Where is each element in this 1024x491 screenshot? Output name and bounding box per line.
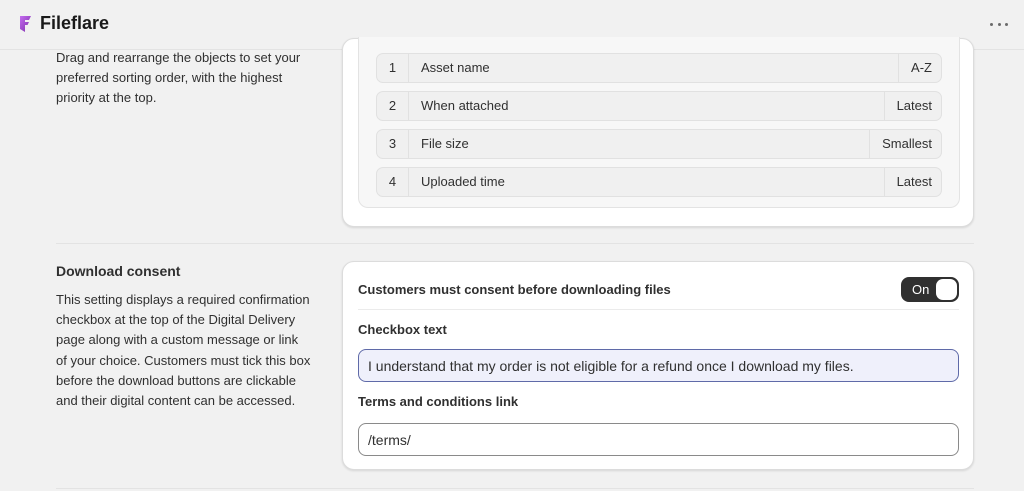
sort-item-order[interactable]: Latest [883, 168, 941, 196]
card-divider [358, 309, 959, 310]
download-consent-title: Download consent [56, 263, 181, 279]
section-divider [56, 243, 974, 244]
sort-order-list: 1 Asset name A-Z 2 When attached Latest … [358, 37, 960, 208]
sort-item-label: Asset name [421, 60, 490, 75]
sort-item-position: 2 [377, 92, 409, 120]
terms-link-label: Terms and conditions link [358, 394, 519, 409]
section-divider [56, 488, 974, 489]
sort-item-position: 3 [377, 130, 409, 158]
sort-item-order[interactable]: Latest [883, 92, 941, 120]
sort-item-position: 1 [377, 54, 409, 82]
sort-item-label: When attached [421, 98, 509, 113]
sort-item[interactable]: 1 Asset name A-Z [376, 53, 942, 83]
sort-item-label: File size [421, 136, 469, 151]
sort-item-position: 4 [377, 168, 409, 196]
checkbox-text-label: Checkbox text [358, 322, 447, 337]
sorting-description: Drag and rearrange the objects to set yo… [56, 50, 301, 106]
app-title: Fileflare [40, 13, 110, 33]
toggle-state-label: On [912, 282, 930, 297]
sort-item-order[interactable]: A-Z [898, 54, 941, 82]
consent-toggle-label: Customers must consent before downloadin… [358, 282, 671, 297]
download-consent-card: Customers must consent before downloadin… [342, 261, 974, 470]
sort-item[interactable]: 3 File size Smallest [376, 129, 942, 159]
sort-item-label: Uploaded time [421, 174, 505, 189]
consent-toggle[interactable]: On [901, 277, 959, 302]
checkbox-text-input[interactable] [358, 349, 959, 382]
sort-item-order[interactable]: Smallest [869, 130, 941, 158]
fileflare-logo-icon [20, 16, 31, 32]
sort-item[interactable]: 2 When attached Latest [376, 91, 942, 121]
sorting-card: 1 Asset name A-Z 2 When attached Latest … [342, 37, 974, 227]
toggle-knob [936, 279, 957, 300]
terms-link-input[interactable] [358, 423, 959, 456]
sort-item[interactable]: 4 Uploaded time Latest [376, 167, 942, 197]
download-consent-description: This setting displays a required confirm… [56, 292, 311, 409]
more-horizontal-icon[interactable] [990, 15, 1008, 33]
